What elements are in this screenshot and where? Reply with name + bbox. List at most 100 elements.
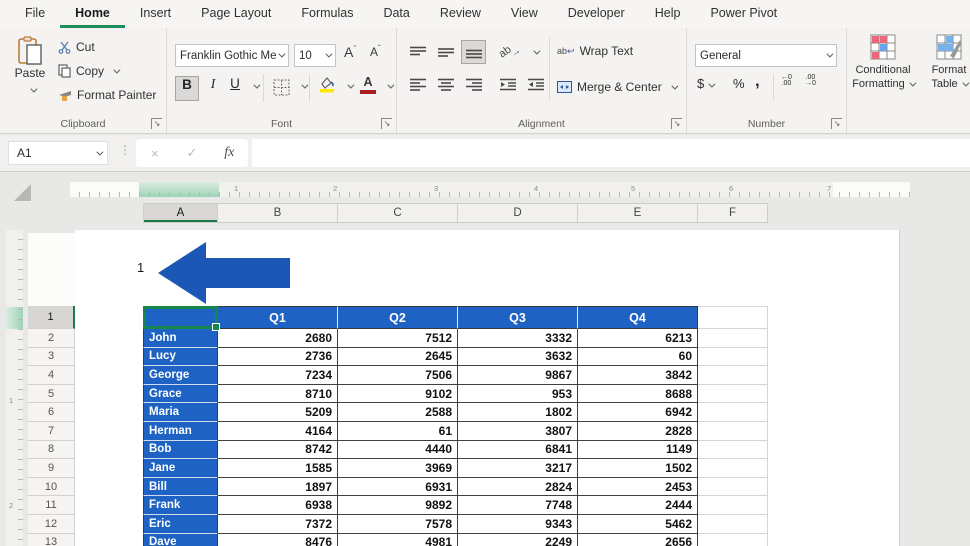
cell-C10[interactable]: 6931 <box>338 477 458 497</box>
row-header-5[interactable]: 5 <box>28 384 75 404</box>
cell-B6[interactable]: 5209 <box>218 403 338 422</box>
cell-D8[interactable]: 6841 <box>458 440 578 460</box>
cell-F6[interactable] <box>698 403 768 422</box>
column-header-f[interactable]: F <box>698 203 768 223</box>
annotation-arrow-shape[interactable] <box>158 242 290 304</box>
cell-C3[interactable]: 2645 <box>338 347 458 367</box>
cell-C8[interactable]: 4440 <box>338 440 458 460</box>
cell-B4[interactable]: 7234 <box>218 366 338 385</box>
copy-button[interactable]: Copy <box>58 64 121 78</box>
formula-input[interactable] <box>252 139 970 167</box>
row-header-11[interactable]: 11 <box>28 496 75 515</box>
ribbon-tab-file[interactable]: File <box>10 0 60 28</box>
font-name-combobox[interactable]: Franklin Gothic Me <box>175 44 289 67</box>
cell-E4[interactable]: 3842 <box>578 366 698 385</box>
row-header-9[interactable]: 9 <box>28 459 75 478</box>
underline-button[interactable]: U <box>227 76 243 101</box>
cell-D7[interactable]: 3807 <box>458 421 578 441</box>
number-dialog-launcher[interactable]: ↘ <box>831 118 842 129</box>
format-as-table-button[interactable]: Format Table <box>919 34 970 91</box>
cell-A1-selected[interactable] <box>143 306 220 331</box>
italic-button[interactable]: I <box>205 76 221 101</box>
clipboard-dialog-launcher[interactable]: ↘ <box>151 118 162 129</box>
align-bottom-button[interactable] <box>461 40 486 64</box>
increase-indent-button[interactable] <box>523 72 548 96</box>
row-header-2[interactable]: 2 <box>28 329 75 348</box>
cell-B2[interactable]: 2680 <box>218 329 338 348</box>
align-right-button[interactable] <box>461 72 486 96</box>
font-size-combobox[interactable]: 10 <box>294 44 336 67</box>
row-header-10[interactable]: 10 <box>28 477 75 497</box>
cell-D6[interactable]: 1802 <box>458 403 578 422</box>
column-header-e[interactable]: E <box>578 203 698 223</box>
ribbon-tab-developer[interactable]: Developer <box>553 0 640 28</box>
cell-C4[interactable]: 7506 <box>338 366 458 385</box>
format-painter-button[interactable]: Format Painter <box>58 88 156 102</box>
header-cell-q3[interactable]: Q3 <box>458 306 578 329</box>
ribbon-tab-view[interactable]: View <box>496 0 553 28</box>
enter-icon[interactable]: ✓ <box>173 145 210 161</box>
cancel-icon[interactable]: × <box>136 146 173 161</box>
cell-D5[interactable]: 953 <box>458 384 578 404</box>
cell-E10[interactable]: 2453 <box>578 477 698 497</box>
row-header-12[interactable]: 12 <box>28 514 75 534</box>
cell-E3[interactable]: 60 <box>578 347 698 367</box>
row-header-1[interactable]: 1 <box>28 306 75 329</box>
cell-A12-name[interactable]: Eric <box>143 514 218 534</box>
row-header-3[interactable]: 3 <box>28 347 75 367</box>
cell-C6[interactable]: 2588 <box>338 403 458 422</box>
cell-C2[interactable]: 7512 <box>338 329 458 348</box>
merge-center-button[interactable]: Merge & Center <box>557 80 679 94</box>
cell-B12[interactable]: 7372 <box>218 514 338 534</box>
increase-font-size-button[interactable]: Aˆ <box>344 44 356 60</box>
cell-F3[interactable] <box>698 347 768 367</box>
ribbon-tab-home[interactable]: Home <box>60 0 125 28</box>
cell-A11-name[interactable]: Frank <box>143 496 218 515</box>
align-middle-button[interactable] <box>433 40 458 64</box>
cell-D12[interactable]: 9343 <box>458 514 578 534</box>
cell-C5[interactable]: 9102 <box>338 384 458 404</box>
cell-F13[interactable] <box>698 533 768 546</box>
cell-D3[interactable]: 3632 <box>458 347 578 367</box>
wrap-text-button[interactable]: ab↩ Wrap Text <box>557 44 633 58</box>
cell-C13[interactable]: 4981 <box>338 533 458 546</box>
align-top-button[interactable] <box>405 40 430 64</box>
cell-A13-name[interactable]: Dave <box>143 533 218 546</box>
ribbon-tab-data[interactable]: Data <box>368 0 424 28</box>
ribbon-tab-insert[interactable]: Insert <box>125 0 186 28</box>
column-header-b[interactable]: B <box>218 203 338 223</box>
cell-A7-name[interactable]: Herman <box>143 421 218 441</box>
cell-E2[interactable]: 6213 <box>578 329 698 348</box>
underline-chevron-icon[interactable] <box>253 81 261 89</box>
alignment-dialog-launcher[interactable]: ↘ <box>671 118 682 129</box>
row-header-6[interactable]: 6 <box>28 403 75 422</box>
decrease-indent-button[interactable] <box>495 72 520 96</box>
cell-D2[interactable]: 3332 <box>458 329 578 348</box>
cell-E11[interactable]: 2444 <box>578 496 698 515</box>
cell-D4[interactable]: 9867 <box>458 366 578 385</box>
name-box[interactable]: A1 <box>8 141 108 165</box>
cell-E8[interactable]: 1149 <box>578 440 698 460</box>
fill-color-chevron-icon[interactable] <box>347 81 355 89</box>
font-color-chevron-icon[interactable] <box>387 81 395 89</box>
cell-E6[interactable]: 6942 <box>578 403 698 422</box>
font-dialog-launcher[interactable]: ↘ <box>381 118 392 129</box>
paste-button[interactable]: Paste <box>8 36 52 108</box>
row-header-7[interactable]: 7 <box>28 421 75 441</box>
cell-E13[interactable]: 2656 <box>578 533 698 546</box>
cell-F8[interactable] <box>698 440 768 460</box>
number-format-combobox[interactable]: General <box>695 44 837 67</box>
cell-A5-name[interactable]: Grace <box>143 384 218 404</box>
currency-button[interactable]: $ <box>697 76 716 91</box>
ribbon-tab-help[interactable]: Help <box>640 0 696 28</box>
cell-A6-name[interactable]: Maria <box>143 403 218 422</box>
cell-D10[interactable]: 2824 <box>458 477 578 497</box>
increase-decimal-button[interactable]: ←0.00 <box>781 74 792 87</box>
cut-button[interactable]: Cut <box>58 40 95 54</box>
decrease-font-size-button[interactable]: Aˇ <box>370 44 381 59</box>
font-color-button[interactable]: A <box>357 76 379 101</box>
cell-E7[interactable]: 2828 <box>578 421 698 441</box>
formula-bar-drag-handle[interactable]: ⋮ <box>119 143 131 157</box>
column-header-c[interactable]: C <box>338 203 458 223</box>
cell-A4-name[interactable]: George <box>143 366 218 385</box>
